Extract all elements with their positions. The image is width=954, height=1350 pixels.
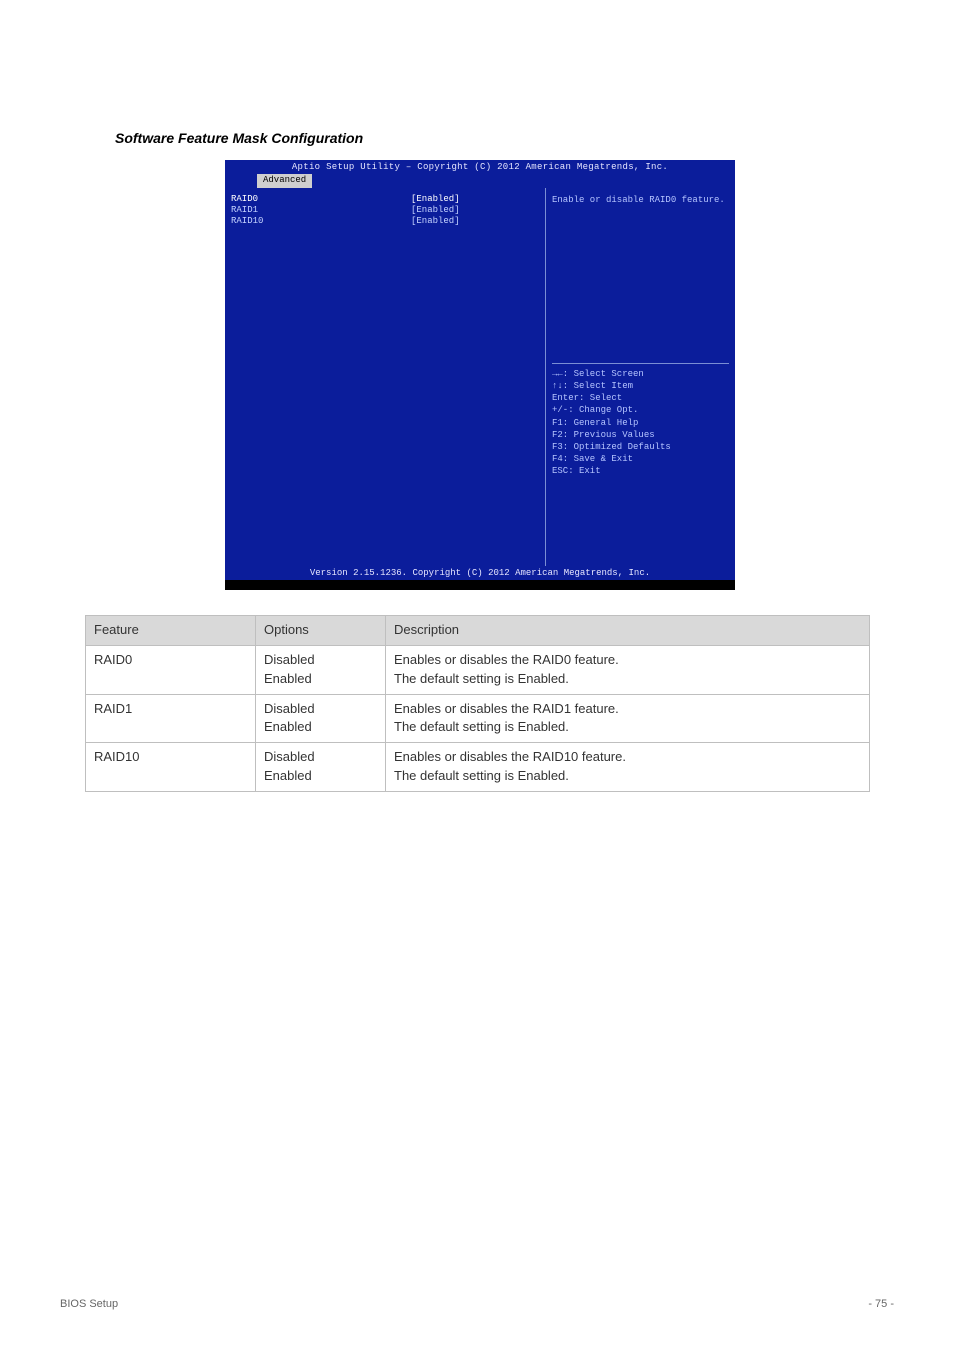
- footer-page-number: - 75 -: [868, 1298, 894, 1310]
- cell-desc: Enables or disables the RAID10 feature.T…: [386, 743, 870, 792]
- table-row: RAID10 DisabledEnabled Enables or disabl…: [86, 743, 870, 792]
- bios-screenshot: Aptio Setup Utility – Copyright (C) 2012…: [225, 160, 735, 590]
- key-esc: ESC: Exit: [552, 465, 729, 477]
- col-options: Options: [256, 616, 386, 646]
- key-f3: F3: Optimized Defaults: [552, 441, 729, 453]
- cell-feature: RAID1: [86, 694, 256, 743]
- option-value: [Enabled]: [411, 194, 460, 204]
- option-raid1[interactable]: RAID1 [Enabled]: [231, 205, 539, 215]
- bios-version-footer: Version 2.15.1236. Copyright (C) 2012 Am…: [225, 566, 735, 580]
- bios-help-pane: Enable or disable RAID0 feature. →←: Sel…: [545, 188, 735, 566]
- col-description: Description: [386, 616, 870, 646]
- col-feature: Feature: [86, 616, 256, 646]
- cell-desc: Enables or disables the RAID0 feature.Th…: [386, 645, 870, 694]
- cell-options: DisabledEnabled: [256, 645, 386, 694]
- option-value: [Enabled]: [411, 205, 460, 215]
- key-f1: F1: General Help: [552, 417, 729, 429]
- settings-table: Feature Options Description RAID0 Disabl…: [85, 615, 870, 792]
- bios-tab-row: Advanced: [225, 174, 735, 188]
- key-legend: →←: Select Screen ↑↓: Select Item Enter:…: [552, 363, 729, 477]
- option-label: RAID0: [231, 194, 411, 204]
- option-raid0[interactable]: RAID0 [Enabled]: [231, 194, 539, 204]
- option-label: RAID1: [231, 205, 411, 215]
- bios-options-pane[interactable]: RAID0 [Enabled] RAID1 [Enabled] RAID10 […: [225, 188, 545, 566]
- key-f2: F2: Previous Values: [552, 429, 729, 441]
- footer-section: BIOS Setup: [60, 1298, 118, 1310]
- key-enter: Enter: Select: [552, 392, 729, 404]
- cell-desc: Enables or disables the RAID1 feature.Th…: [386, 694, 870, 743]
- option-raid10[interactable]: RAID10 [Enabled]: [231, 216, 539, 226]
- option-value: [Enabled]: [411, 216, 460, 226]
- key-f4: F4: Save & Exit: [552, 453, 729, 465]
- key-select-item: ↑↓: Select Item: [552, 380, 729, 392]
- section-heading: Software Feature Mask Configuration: [115, 130, 363, 146]
- cell-feature: RAID0: [86, 645, 256, 694]
- key-change-opt: +/-: Change Opt.: [552, 404, 729, 416]
- cell-feature: RAID10: [86, 743, 256, 792]
- help-text: Enable or disable RAID0 feature.: [552, 194, 729, 207]
- page-footer: BIOS Setup - 75 -: [60, 1298, 894, 1310]
- option-label: RAID10: [231, 216, 411, 226]
- tab-advanced[interactable]: Advanced: [257, 174, 312, 188]
- table-header-row: Feature Options Description: [86, 616, 870, 646]
- table-row: RAID1 DisabledEnabled Enables or disable…: [86, 694, 870, 743]
- bios-title-bar: Aptio Setup Utility – Copyright (C) 2012…: [225, 160, 735, 174]
- cell-options: DisabledEnabled: [256, 743, 386, 792]
- cell-options: DisabledEnabled: [256, 694, 386, 743]
- table-row: RAID0 DisabledEnabled Enables or disable…: [86, 645, 870, 694]
- key-select-screen: →←: Select Screen: [552, 368, 729, 380]
